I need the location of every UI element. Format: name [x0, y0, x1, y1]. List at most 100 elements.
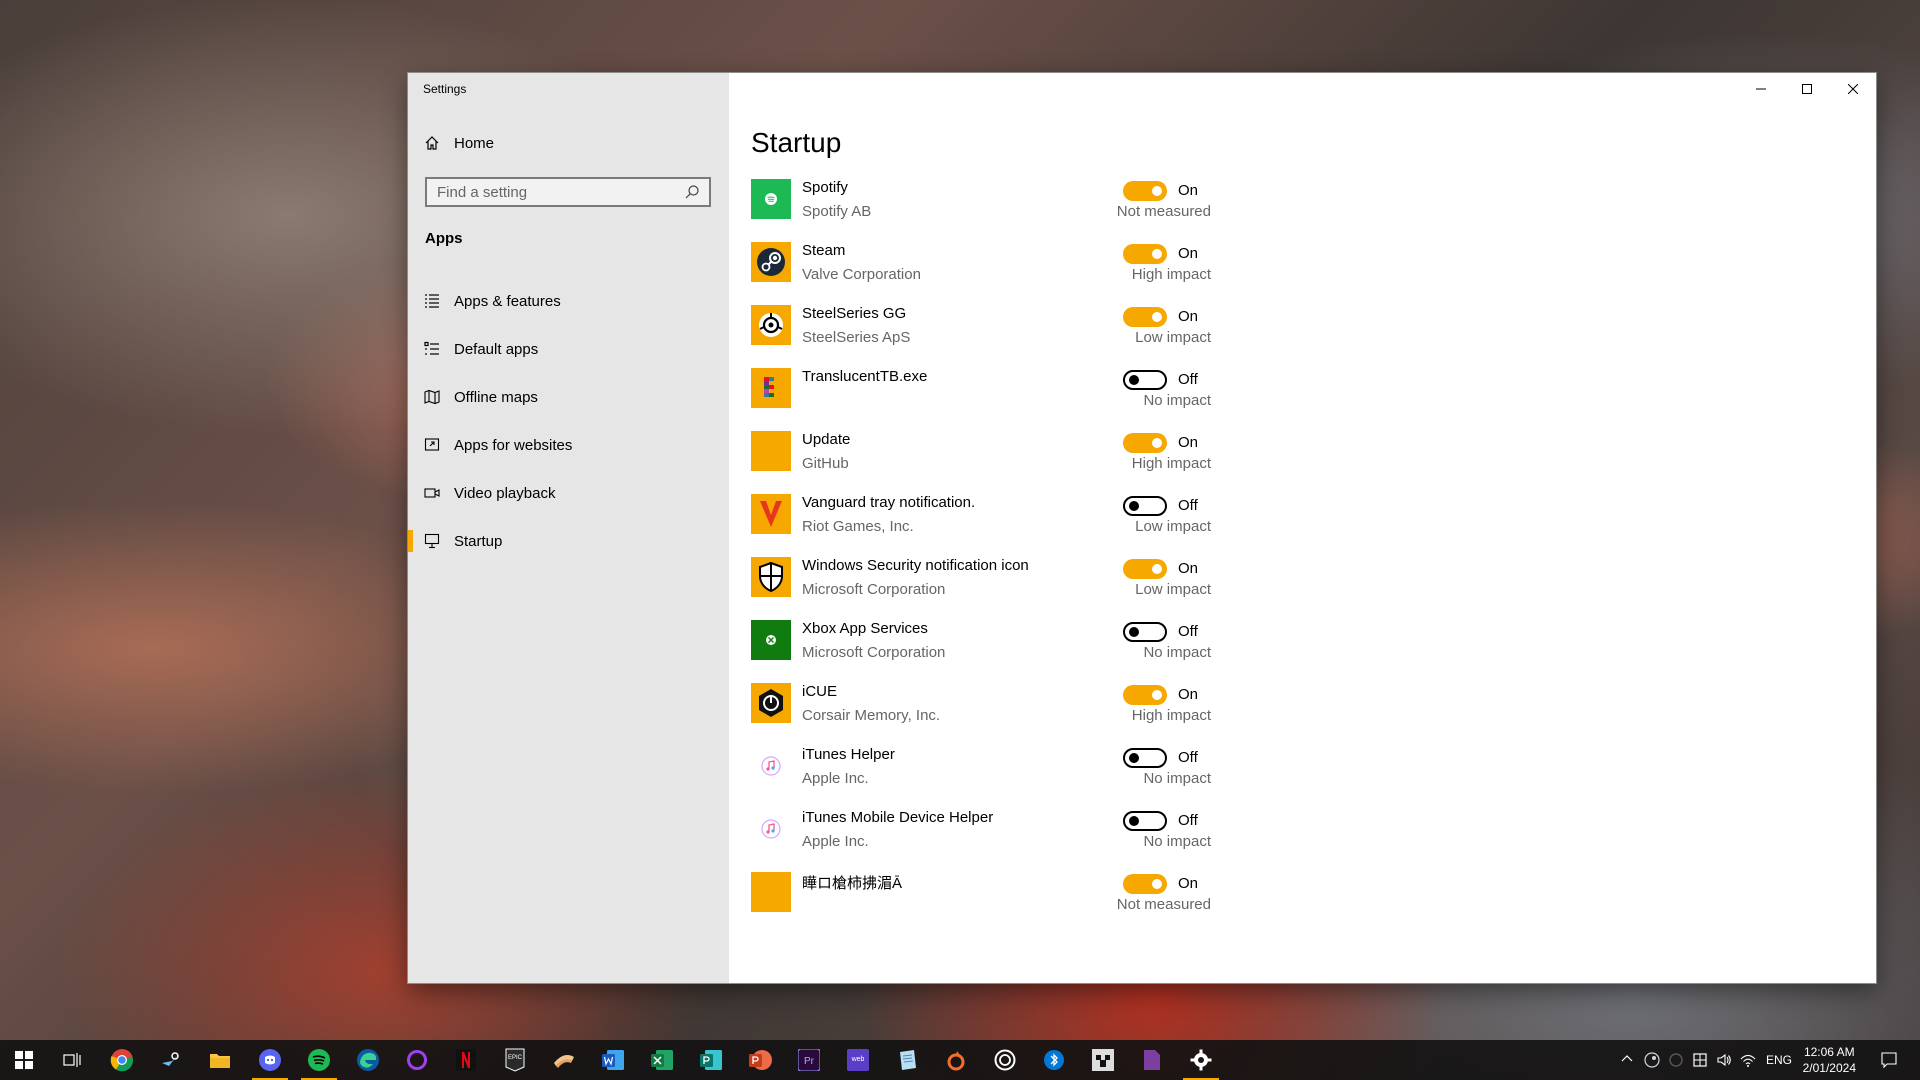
toggle-state: Off — [1178, 497, 1198, 514]
nav-list: Apps & features Default apps Offline map… — [408, 277, 729, 565]
apps-websites-icon — [424, 437, 440, 453]
startup-toggle[interactable] — [1123, 307, 1167, 327]
sidebar-item-label: Default apps — [454, 340, 539, 358]
excel-icon[interactable] — [650, 1048, 674, 1072]
volume-icon[interactable] — [1716, 1052, 1732, 1071]
clock[interactable]: 12:06 AM 2/01/2024 — [1803, 1044, 1856, 1076]
wifi-icon[interactable] — [1740, 1052, 1756, 1071]
startup-toggle[interactable] — [1123, 433, 1167, 453]
notification-icon[interactable] — [1880, 1051, 1898, 1072]
powerpoint-icon[interactable] — [748, 1048, 772, 1072]
translucenttb-icon — [751, 368, 791, 408]
toggle-state: Off — [1178, 812, 1198, 829]
sidebar: Settings Home Find a setting Apps Apps &… — [408, 73, 729, 983]
cortana-icon[interactable] — [405, 1048, 429, 1072]
startup-toggle[interactable] — [1123, 748, 1167, 768]
startup-toggle[interactable] — [1123, 370, 1167, 390]
startup-impact: Low impact — [1135, 518, 1211, 535]
toggle-knob — [1152, 312, 1162, 322]
toggle-knob — [1152, 249, 1162, 259]
itunes-icon — [751, 746, 791, 786]
startup-app-row: Steam Valve Corporation On High impact — [751, 242, 1211, 305]
toggle-state: Off — [1178, 623, 1198, 640]
app-publisher: Apple Inc. — [802, 770, 869, 787]
sidebar-item-apps-for-websites[interactable]: Apps for websites — [408, 421, 729, 469]
ubisoft-icon[interactable] — [993, 1048, 1017, 1072]
minecraft-icon[interactable] — [1091, 1048, 1115, 1072]
nav-home[interactable]: Home — [408, 123, 729, 163]
app-publisher: Apple Inc. — [802, 833, 869, 850]
file-icon[interactable] — [1140, 1048, 1164, 1072]
bluetooth-icon[interactable] — [1042, 1048, 1066, 1072]
sandwich-icon[interactable] — [552, 1048, 576, 1072]
startup-app-row: TranslucentTB.exe Off No impact — [751, 368, 1211, 431]
settings-icon[interactable] — [1183, 1048, 1219, 1080]
blank-app-icon — [751, 872, 791, 912]
nav-home-label: Home — [454, 134, 495, 152]
webex-icon[interactable]: web — [846, 1048, 870, 1072]
startup-toggle[interactable] — [1123, 685, 1167, 705]
toggle-state: On — [1178, 434, 1199, 451]
sidebar-item-apps-features[interactable]: Apps & features — [408, 277, 729, 325]
sidebar-item-default-apps[interactable]: Default apps — [408, 325, 729, 373]
publisher-icon[interactable] — [699, 1048, 723, 1072]
language-indicator[interactable]: ENG — [1766, 1053, 1792, 1067]
app-name: Steam — [802, 242, 846, 259]
spotify-icon[interactable] — [301, 1048, 337, 1080]
tray-security-icon[interactable] — [1692, 1052, 1708, 1071]
discord-icon[interactable] — [252, 1048, 288, 1080]
word-icon[interactable] — [601, 1048, 625, 1072]
tray-steam-icon[interactable] — [1644, 1052, 1660, 1071]
startup-toggle[interactable] — [1123, 559, 1167, 579]
startup-impact: No impact — [1143, 392, 1211, 409]
startup-toggle[interactable] — [1123, 622, 1167, 642]
xbox-icon — [751, 620, 791, 660]
startup-impact: Not measured — [1116, 896, 1211, 913]
startup-toggle[interactable] — [1123, 811, 1167, 831]
startup-impact: No impact — [1143, 770, 1211, 787]
sidebar-item-video-playback[interactable]: Video playback — [408, 469, 729, 517]
app-name: iTunes Helper — [802, 746, 895, 763]
premiere-icon[interactable]: Pr — [797, 1048, 821, 1072]
spotify-icon — [751, 179, 791, 219]
startup-icon — [424, 533, 440, 549]
steam-icon[interactable] — [159, 1048, 183, 1072]
video-icon — [424, 485, 440, 501]
toggle-knob — [1152, 879, 1162, 889]
search-icon[interactable] — [683, 183, 701, 201]
epic-games-icon[interactable]: EPIC — [503, 1048, 527, 1072]
startup-app-row: Spotify Spotify AB On Not measured — [751, 179, 1211, 242]
task-view-icon[interactable] — [60, 1048, 84, 1072]
chevron-up-icon[interactable] — [1620, 1052, 1634, 1069]
tray-cortana-icon[interactable] — [1668, 1052, 1684, 1071]
start-icon[interactable] — [12, 1048, 36, 1072]
app-name: 瞱ロ槍柿拂湄Ā — [802, 875, 903, 892]
toggle-state: On — [1178, 182, 1199, 199]
startup-toggle[interactable] — [1123, 874, 1167, 894]
toggle-state: On — [1178, 875, 1199, 892]
toggle-knob — [1129, 501, 1139, 511]
app-publisher: Riot Games, Inc. — [802, 518, 914, 535]
vanguard-icon — [751, 494, 791, 534]
startup-toggle[interactable] — [1123, 244, 1167, 264]
toggle-state: On — [1178, 686, 1199, 703]
file-explorer-icon[interactable] — [208, 1048, 232, 1072]
list-icon — [424, 293, 440, 309]
app-name: SteelSeries GG — [802, 305, 907, 322]
toggle-state: On — [1178, 560, 1199, 577]
origin-icon[interactable] — [944, 1048, 968, 1072]
search-input[interactable]: Find a setting — [425, 177, 711, 207]
notepad-icon[interactable] — [895, 1048, 919, 1072]
sidebar-item-offline-maps[interactable]: Offline maps — [408, 373, 729, 421]
startup-toggle[interactable] — [1123, 181, 1167, 201]
startup-impact: High impact — [1131, 266, 1211, 283]
itunes-icon — [751, 809, 791, 849]
netflix-icon[interactable] — [454, 1048, 478, 1072]
sidebar-item-startup[interactable]: Startup — [408, 517, 729, 565]
toggle-knob — [1129, 627, 1139, 637]
startup-toggle[interactable] — [1123, 496, 1167, 516]
toggle-state: On — [1178, 245, 1199, 262]
edge-icon[interactable] — [356, 1048, 380, 1072]
chrome-icon[interactable] — [110, 1048, 134, 1072]
update-icon — [751, 431, 791, 471]
